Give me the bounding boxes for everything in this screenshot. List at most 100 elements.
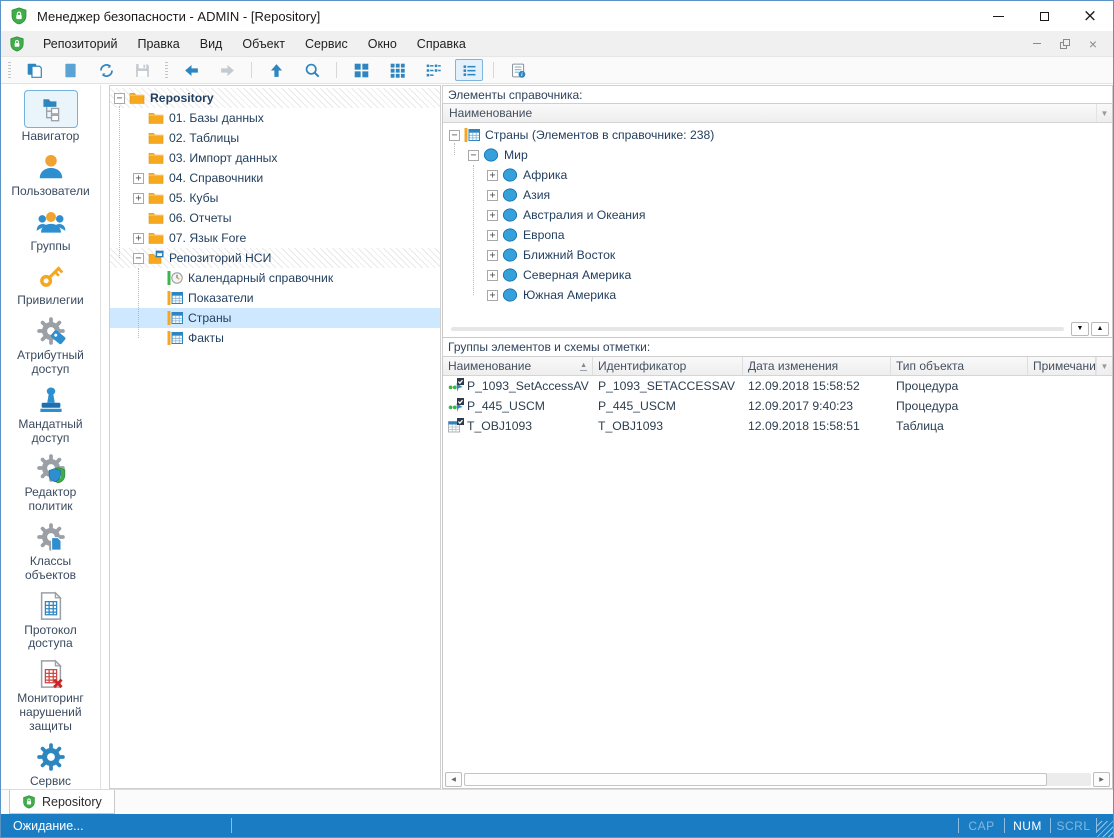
header-dropdown-button[interactable]: ▼ xyxy=(1096,104,1112,122)
tree-item-nsi-repository[interactable]: − Репозиторий НСИ xyxy=(110,248,440,268)
back-button[interactable] xyxy=(177,59,205,81)
sidebar-item-privileges[interactable]: Привилегии xyxy=(1,260,100,308)
tree-item-calendar-dictionary[interactable]: Календарный справочник xyxy=(110,268,440,288)
collapse-toggle[interactable]: − xyxy=(449,130,460,141)
right-panels: Элементы справочника: Наименование ▼ − С… xyxy=(442,85,1113,789)
expand-toggle[interactable]: + xyxy=(133,193,144,204)
element-north-america[interactable]: + Северная Америка xyxy=(443,265,1112,285)
tree-item-cubes[interactable]: + 05. Кубы xyxy=(110,188,440,208)
menu-edit[interactable]: Правка xyxy=(128,31,190,56)
view-large-icons-button[interactable] xyxy=(347,59,375,81)
view-details-button[interactable] xyxy=(455,59,483,81)
column-header-object-type[interactable]: Тип объекта xyxy=(891,357,1028,375)
scrollbar-thumb[interactable] xyxy=(464,773,1047,786)
table-row[interactable]: T_OBJ1093 T_OBJ1093 12.09.2018 15:58:51 … xyxy=(443,416,1112,436)
element-middle-east[interactable]: + Ближний Восток xyxy=(443,245,1112,265)
element-world[interactable]: − Мир xyxy=(443,145,1112,165)
tree-item-dictionaries[interactable]: + 04. Справочники xyxy=(110,168,440,188)
sidebar-item-groups[interactable]: Группы xyxy=(1,206,100,254)
scroll-left-button[interactable]: ◀ xyxy=(445,772,462,787)
save-button[interactable] xyxy=(128,59,156,81)
menu-window[interactable]: Окно xyxy=(358,31,407,56)
element-countries-root[interactable]: − Страны (Элементов в справочнике: 238) xyxy=(443,125,1112,145)
menu-service[interactable]: Сервис xyxy=(295,31,358,56)
sidebar-item-object-classes[interactable]: Классы объектов xyxy=(1,521,100,583)
column-header-name[interactable]: Наименование ▲ xyxy=(443,357,593,375)
header-dropdown-button[interactable]: ▼ xyxy=(1096,357,1112,375)
tree-item-reports[interactable]: 06. Отчеты xyxy=(110,208,440,228)
element-europe[interactable]: + Европа xyxy=(443,225,1112,245)
element-africa[interactable]: + Африка xyxy=(443,165,1112,185)
column-header-identifier[interactable]: Идентификатор xyxy=(593,357,743,375)
column-header-name[interactable]: Наименование xyxy=(443,104,538,122)
tree-item-data-import[interactable]: 03. Импорт данных xyxy=(110,148,440,168)
tree-item-facts[interactable]: Факты xyxy=(110,328,440,348)
tree-item-countries[interactable]: Страны xyxy=(110,308,440,328)
forward-button[interactable] xyxy=(213,59,241,81)
collapse-toggle[interactable]: − xyxy=(114,93,125,104)
scroll-down-button[interactable]: ▼ xyxy=(1071,322,1089,336)
sidebar-item-mandatory-access[interactable]: Мандатный доступ xyxy=(1,384,100,446)
view-list-button[interactable] xyxy=(419,59,447,81)
menu-repository[interactable]: Репозиторий xyxy=(33,31,128,56)
close-button[interactable]: × xyxy=(1067,1,1113,31)
tree-item-tables[interactable]: 02. Таблицы xyxy=(110,128,440,148)
scroll-lock-indicator: SCRL xyxy=(1051,819,1096,833)
column-header-note[interactable]: Примечание xyxy=(1028,357,1096,375)
sidebar-item-service[interactable]: Сервис xyxy=(1,741,100,789)
horizontal-scrollbar[interactable] xyxy=(451,327,1064,331)
sidebar-item-violation-monitoring[interactable]: Мониторинг нарушений защиты xyxy=(1,658,100,733)
mdi-document-icon[interactable] xyxy=(9,36,25,52)
sidebar-item-users[interactable]: Пользователи xyxy=(1,151,100,199)
menu-help[interactable]: Справка xyxy=(407,31,476,56)
menu-view[interactable]: Вид xyxy=(190,31,233,56)
scrollbar-track[interactable] xyxy=(464,773,1091,786)
mdi-minimize-button[interactable] xyxy=(1023,31,1051,56)
tab-repository[interactable]: Repository xyxy=(9,790,115,814)
column-header-modified-date[interactable]: Дата изменения xyxy=(743,357,891,375)
table-row[interactable]: P_445_USCM P_445_USCM 12.09.2017 9:40:23… xyxy=(443,396,1112,416)
properties-button[interactable] xyxy=(504,59,532,81)
view-small-icons-button[interactable] xyxy=(383,59,411,81)
element-south-america[interactable]: + Южная Америка xyxy=(443,285,1112,305)
copy-icon xyxy=(26,62,43,79)
scroll-up-button[interactable]: ▲ xyxy=(1091,322,1109,336)
sidebar-item-navigator[interactable]: Навигатор xyxy=(1,90,100,144)
minimize-button[interactable] xyxy=(975,1,1021,31)
element-asia[interactable]: + Азия xyxy=(443,185,1112,205)
mdi-close-button[interactable]: × xyxy=(1079,31,1107,56)
collapse-toggle[interactable]: − xyxy=(468,150,479,161)
refresh-button[interactable] xyxy=(92,59,120,81)
expand-toggle[interactable]: + xyxy=(487,170,498,181)
expand-toggle[interactable]: + xyxy=(487,210,498,221)
up-level-button[interactable] xyxy=(262,59,290,81)
scroll-right-button[interactable]: ▶ xyxy=(1093,772,1110,787)
expand-toggle[interactable]: + xyxy=(487,250,498,261)
tree-item-databases[interactable]: 01. Базы данных xyxy=(110,108,440,128)
expand-toggle[interactable]: + xyxy=(487,190,498,201)
sidebar-item-policy-editor[interactable]: Редактор политик xyxy=(1,452,100,514)
element-australia-oceania[interactable]: + Австралия и Океания xyxy=(443,205,1112,225)
sidebar-item-attribute-access[interactable]: Атрибутный доступ xyxy=(1,315,100,377)
sidebar-item-access-log[interactable]: Протокол доступа xyxy=(1,590,100,652)
tree-item-repository-root[interactable]: − Repository xyxy=(110,88,440,108)
document-button[interactable] xyxy=(56,59,84,81)
toolbar-grip[interactable] xyxy=(165,62,168,78)
mdi-restore-button[interactable] xyxy=(1051,31,1079,56)
maximize-button[interactable] xyxy=(1021,1,1067,31)
expand-toggle[interactable]: + xyxy=(487,270,498,281)
expand-toggle[interactable]: + xyxy=(487,290,498,301)
toolbar-grip[interactable] xyxy=(8,62,11,78)
expand-toggle[interactable]: + xyxy=(487,230,498,241)
table-row[interactable]: P_1093_SetAccessAV P_1093_SETACCESSAV 12… xyxy=(443,376,1112,396)
security-manager-window: Менеджер безопасности - ADMIN - [Reposit… xyxy=(0,0,1114,838)
expand-toggle[interactable]: + xyxy=(133,173,144,184)
search-button[interactable] xyxy=(298,59,326,81)
copy-button[interactable] xyxy=(20,59,48,81)
expand-toggle[interactable]: + xyxy=(133,233,144,244)
tree-item-indicators[interactable]: Показатели xyxy=(110,288,440,308)
collapse-toggle[interactable]: − xyxy=(133,253,144,264)
resize-grip[interactable] xyxy=(1097,821,1113,837)
tree-item-fore-language[interactable]: + 07. Язык Fore xyxy=(110,228,440,248)
menu-object[interactable]: Объект xyxy=(232,31,295,56)
